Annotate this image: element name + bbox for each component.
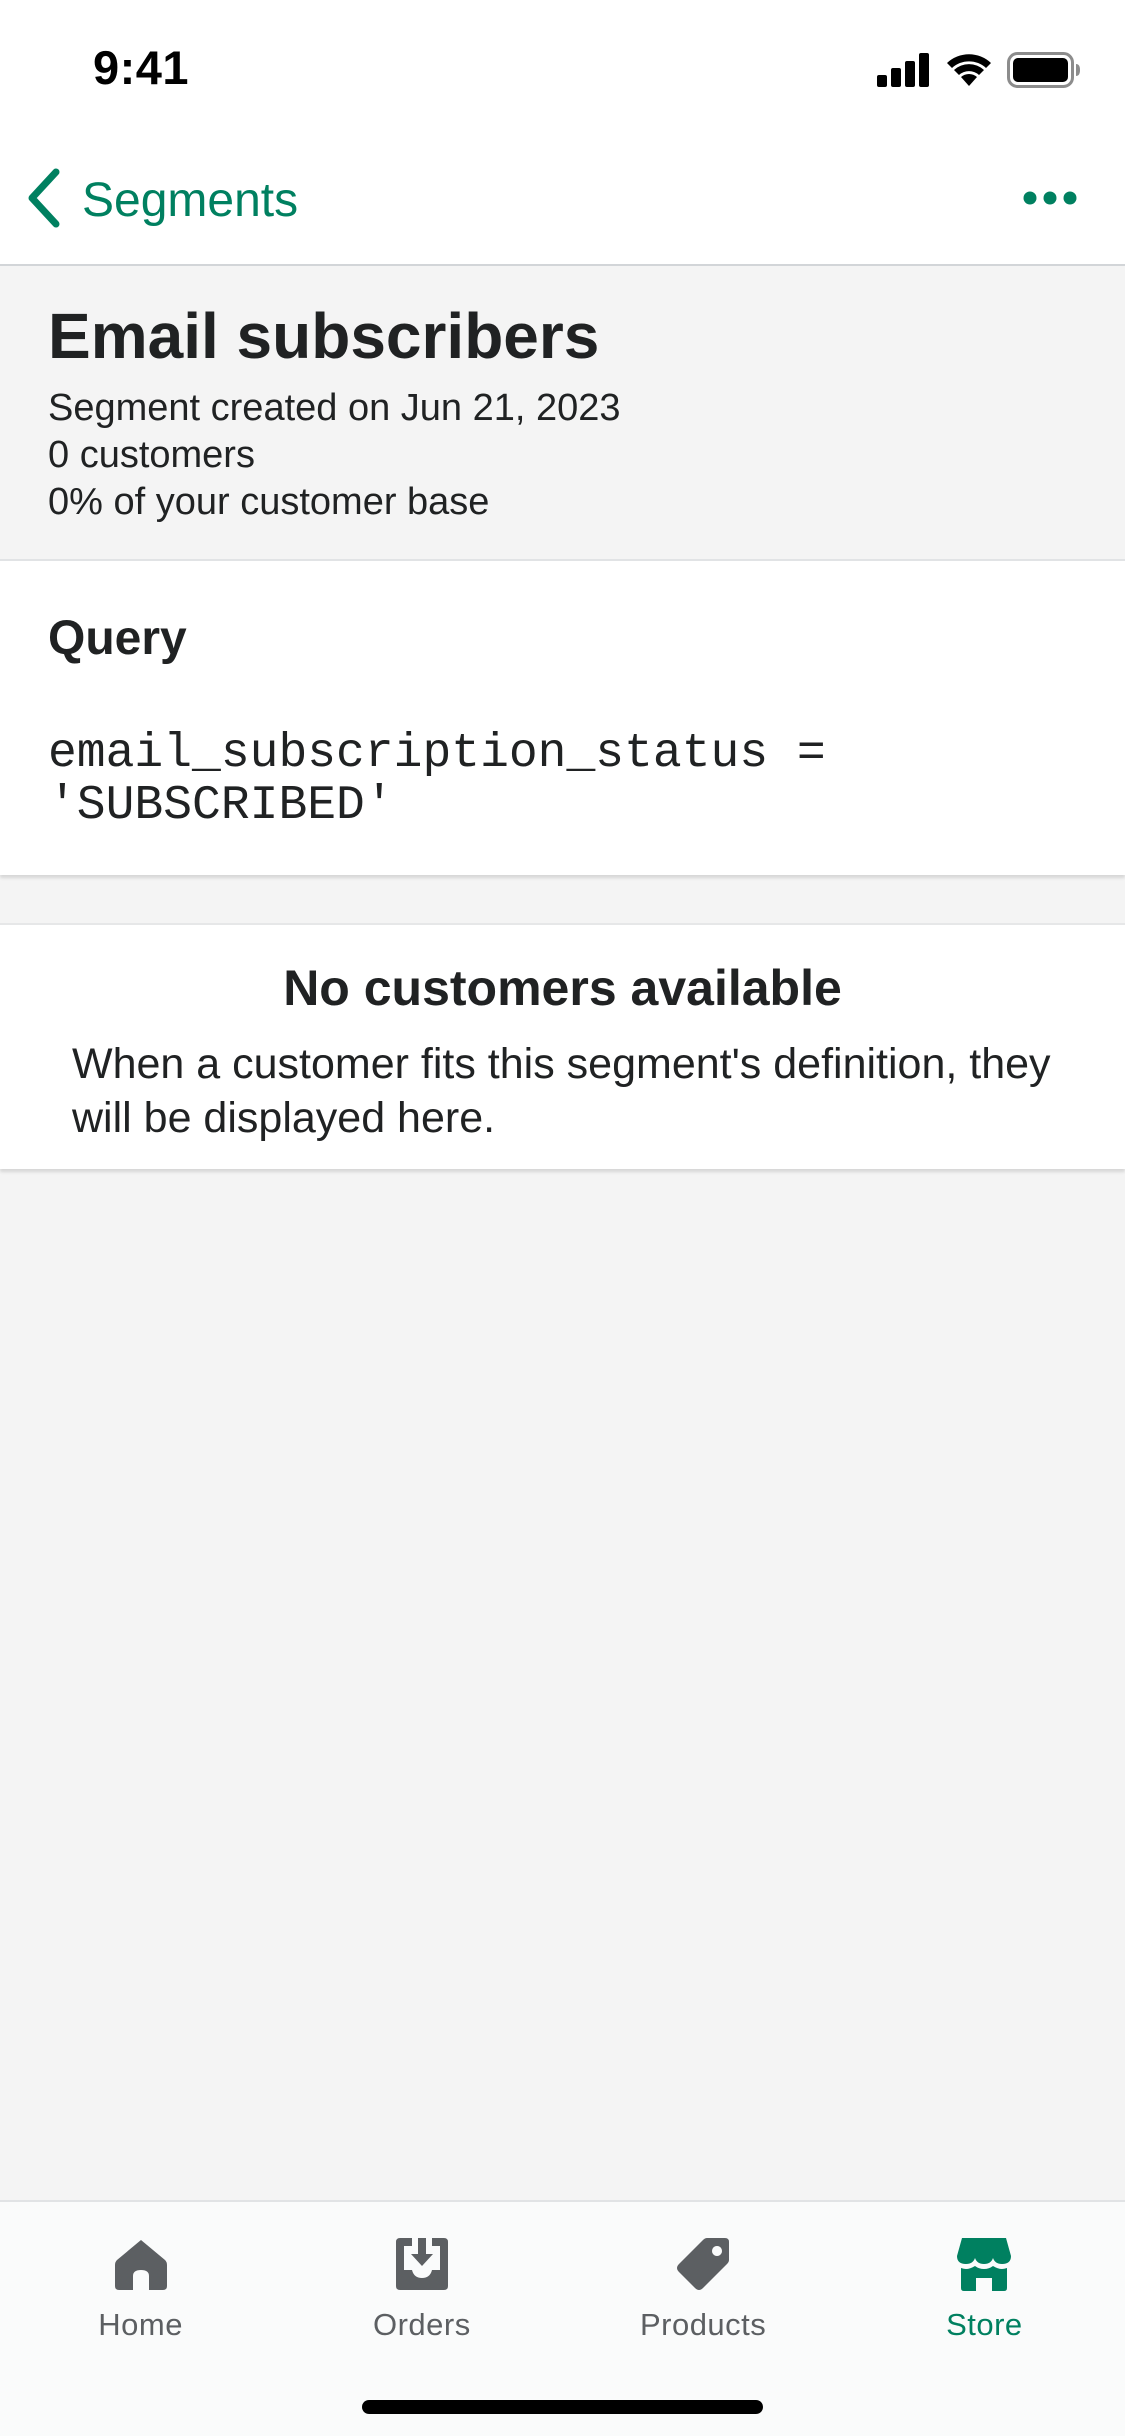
chevron-left-icon	[24, 168, 64, 233]
query-heading: Query	[48, 612, 187, 665]
tab-label: Home	[98, 2307, 183, 2342]
back-button[interactable]: Segments	[24, 160, 298, 240]
wifi-icon	[945, 52, 993, 93]
tab-label: Products	[639, 2307, 767, 2342]
battery-icon	[1007, 52, 1081, 93]
empty-state-title: No customers available	[283, 960, 842, 1016]
query-card: Query email_subscription_status = 'SUBSC…	[0, 561, 1125, 875]
home-indicator	[362, 2400, 763, 2414]
more-actions-button[interactable]	[1015, 172, 1085, 228]
back-label: Segments	[82, 173, 299, 227]
tab-home[interactable]: Home	[0, 2202, 281, 2352]
segment-meta: Segment created on Jun 21, 2023 0 custom…	[48, 385, 1077, 526]
nav-bar: Segments	[0, 132, 1125, 266]
empty-state-card: No customers available When a customer f…	[0, 923, 1125, 1169]
store-icon	[956, 2236, 1012, 2297]
page-title: Email subscribers	[48, 300, 600, 372]
orders-icon	[394, 2236, 450, 2297]
tab-items: Home Orders Products Store	[0, 2202, 1125, 2352]
status-bar: 9:41	[0, 0, 1125, 132]
segment-created-date: Segment created on Jun 21, 2023	[48, 387, 621, 430]
empty-state-description: When a customer fits this segment's defi…	[72, 1040, 1051, 1142]
tab-orders[interactable]: Orders	[281, 2202, 562, 2352]
segment-header: Email subscribers Segment created on Jun…	[0, 266, 1125, 561]
tab-store[interactable]: Store	[844, 2202, 1125, 2352]
cellular-signal-icon	[877, 53, 931, 92]
segment-customer-count: 0 customers	[48, 434, 255, 477]
ellipsis-horizontal-icon	[1023, 191, 1077, 210]
home-icon	[113, 2236, 169, 2297]
screen: 9:41 Segments Email subscribers Segment …	[0, 0, 1125, 2436]
query-code: email_subscription_status = 'SUBSCRIBED'	[48, 727, 855, 833]
status-time: 9:41	[93, 41, 190, 94]
tab-products[interactable]: Products	[563, 2202, 844, 2352]
tag-icon	[675, 2236, 731, 2297]
tab-bar: Home Orders Products Store	[0, 2200, 1125, 2436]
status-icons	[877, 52, 1081, 93]
tab-label: Store	[946, 2307, 1023, 2342]
segment-base-share: 0% of your customer base	[48, 481, 490, 524]
tab-label: Orders	[373, 2307, 471, 2342]
